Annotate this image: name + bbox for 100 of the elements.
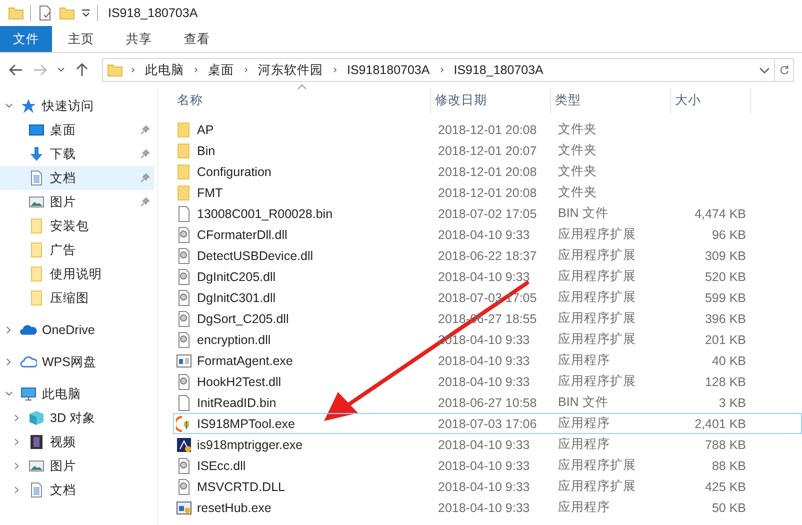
file-icon bbox=[176, 206, 192, 222]
file-name: DetectUSBDevice.dll bbox=[197, 248, 314, 262]
file-size: 40 KB bbox=[712, 354, 746, 368]
tree-item[interactable]: 图片 bbox=[0, 190, 157, 214]
chevron-right-icon[interactable] bbox=[129, 66, 137, 74]
breadcrumb[interactable]: IS918180703A bbox=[345, 63, 432, 77]
dropdown-icon[interactable] bbox=[81, 8, 91, 18]
modified-date: 2018-12-01 20:08 bbox=[438, 186, 537, 200]
file-size: 599 KB bbox=[704, 290, 746, 304]
file-row[interactable]: Bin 2018-12-01 20:07 文件夹 bbox=[173, 140, 802, 161]
tree-item[interactable]: 文档 bbox=[0, 478, 157, 502]
file-row[interactable]: ISEcc.dll 2018-04-10 9:33 应用程序扩展 88 KB bbox=[173, 455, 802, 476]
app-icon bbox=[176, 436, 192, 452]
tree-label: 安装包 bbox=[50, 218, 89, 234]
file-type: 应用程序 bbox=[558, 436, 610, 453]
tree-item[interactable]: OneDrive bbox=[0, 318, 157, 342]
tree-item[interactable]: 视频 bbox=[0, 430, 157, 454]
tree-item[interactable]: 广告 bbox=[0, 238, 157, 262]
file-row[interactable]: resetHub.exe 2018-04-10 9:33 应用程序 50 KB bbox=[173, 497, 802, 518]
tree-item[interactable]: 文档 bbox=[0, 166, 154, 190]
chevron-right-icon[interactable] bbox=[331, 66, 339, 74]
file-size: 128 KB bbox=[704, 374, 746, 388]
column-header[interactable]: 类型 bbox=[551, 87, 671, 113]
file-row[interactable]: HookH2Test.dll 2018-04-10 9:33 应用程序扩展 128 KB bbox=[173, 371, 802, 392]
tree-item[interactable]: WPS网盘 bbox=[0, 350, 157, 374]
breadcrumb[interactable]: 此电脑 bbox=[143, 62, 186, 78]
gear-file-icon bbox=[176, 290, 192, 306]
breadcrumb[interactable]: 河东软件园 bbox=[256, 62, 325, 78]
file-row[interactable]: FormatAgent.exe 2018-04-10 9:33 应用程序 40 KB bbox=[173, 350, 802, 371]
file-size: 425 KB bbox=[704, 480, 746, 494]
breadcrumb[interactable]: 桌面 bbox=[206, 62, 236, 78]
file-name: DgInitC205.dll bbox=[197, 270, 276, 284]
breadcrumb[interactable]: IS918_180703A bbox=[452, 63, 546, 77]
folder-icon bbox=[176, 122, 192, 138]
modified-date: 2018-04-10 9:33 bbox=[438, 458, 530, 472]
file-size: 396 KB bbox=[704, 312, 746, 326]
tree-item[interactable]: 3D 对象 bbox=[0, 406, 157, 430]
file-name: ISEcc.dll bbox=[197, 458, 246, 472]
tree-label: 桌面 bbox=[50, 122, 76, 138]
file-row[interactable]: FMT 2018-12-01 20:08 文件夹 bbox=[173, 182, 802, 203]
file-name: HookH2Test.dll bbox=[197, 374, 282, 388]
file-row[interactable]: DgInitC205.dll 2018-04-10 9:33 应用程序扩展 520 KB bbox=[173, 266, 802, 287]
star-icon bbox=[20, 98, 37, 114]
address-bar[interactable]: 此电脑 桌面 河东软件园 IS918180703A IS918_180703A bbox=[102, 58, 775, 82]
tree-item[interactable]: 压缩图 bbox=[0, 286, 157, 310]
file-row[interactable]: is918mptrigger.exe 2018-04-10 9:33 应用程序 788 KB bbox=[173, 434, 802, 455]
folder-icon bbox=[176, 142, 192, 158]
tree-item[interactable]: 使用说明 bbox=[0, 262, 157, 286]
chevron-right-icon[interactable] bbox=[192, 66, 200, 74]
up-icon[interactable] bbox=[74, 62, 90, 78]
tree-item[interactable]: 此电脑 bbox=[0, 382, 157, 406]
file-type: 应用程序扩展 bbox=[558, 457, 636, 474]
file-name: encryption.dll bbox=[197, 332, 271, 346]
file-row[interactable]: IS918MPTool.exe 2018-07-03 17:06 应用程序 2,401 KB bbox=[173, 413, 802, 434]
tree-item[interactable]: 快速访问 bbox=[0, 94, 157, 118]
file-name: InitReadID.bin bbox=[197, 396, 276, 410]
picture-icon bbox=[28, 194, 45, 210]
gear-file-icon bbox=[176, 458, 192, 474]
file-type: BIN 文件 bbox=[558, 205, 608, 222]
ribbon-tab[interactable]: 主页 bbox=[52, 26, 110, 52]
tree-label: OneDrive bbox=[42, 323, 95, 337]
gear-file-icon bbox=[176, 268, 192, 284]
file-type: 应用程序扩展 bbox=[558, 331, 636, 348]
tree-item[interactable]: 安装包 bbox=[0, 214, 157, 238]
file-row[interactable]: AP 2018-12-01 20:08 文件夹 bbox=[173, 119, 802, 140]
file-row[interactable]: Configuration 2018-12-01 20:08 文件夹 bbox=[173, 161, 802, 182]
folder-icon bbox=[107, 62, 123, 78]
window-icon bbox=[176, 352, 192, 368]
file-row[interactable]: MSVCRTD.DLL 2018-04-10 9:33 应用程序扩展 425 KB bbox=[173, 476, 802, 497]
picture-icon bbox=[28, 458, 45, 474]
tree-item[interactable]: 下载 bbox=[0, 142, 157, 166]
file-type: 应用程序扩展 bbox=[558, 289, 636, 306]
file-type: 应用程序扩展 bbox=[558, 247, 636, 264]
file-row[interactable]: DgInitC301.dll 2018-07-03 17:05 应用程序扩展 599 KB bbox=[173, 287, 802, 308]
gear-file-icon bbox=[176, 310, 192, 326]
monitor-icon bbox=[20, 386, 37, 402]
desktop-icon bbox=[28, 122, 45, 138]
back-icon[interactable] bbox=[8, 62, 24, 78]
window-title: IS918_180703A bbox=[108, 6, 198, 20]
ribbon-tab[interactable]: 查看 bbox=[168, 26, 226, 52]
file-row[interactable]: DetectUSBDevice.dll 2018-06-22 18:37 应用程序扩展 309 KB bbox=[173, 245, 802, 266]
chevron-right-icon[interactable] bbox=[242, 66, 250, 74]
refresh-button[interactable] bbox=[775, 58, 794, 82]
gear-file-icon bbox=[176, 478, 192, 494]
gear-file-icon bbox=[176, 374, 192, 390]
file-row[interactable]: CFormaterDll.dll 2018-04-10 9:33 应用程序扩展 96 KB bbox=[173, 224, 802, 245]
file-type: 应用程序 bbox=[558, 352, 610, 369]
tree-item[interactable]: 图片 bbox=[0, 454, 157, 478]
column-header[interactable]: 修改日期 bbox=[431, 87, 551, 113]
document-icon[interactable] bbox=[37, 5, 53, 21]
ribbon-tab[interactable]: 共享 bbox=[110, 26, 168, 52]
column-header[interactable]: 名称 bbox=[173, 87, 431, 113]
tree-label: 图片 bbox=[50, 458, 76, 474]
file-row[interactable]: InitReadID.bin 2018-06-27 10:58 BIN 文件 3 KB bbox=[173, 392, 802, 413]
column-header[interactable]: 大小 bbox=[671, 87, 751, 113]
chevron-right-icon[interactable] bbox=[438, 66, 446, 74]
tree-item[interactable]: 桌面 bbox=[0, 118, 157, 142]
folder-icon bbox=[28, 290, 45, 306]
tree-label: 下载 bbox=[50, 146, 76, 162]
file-row[interactable]: 13008C001_R00028.bin 2018-07-02 17:05 BIN 文件 4,474 KB bbox=[173, 203, 802, 224]
